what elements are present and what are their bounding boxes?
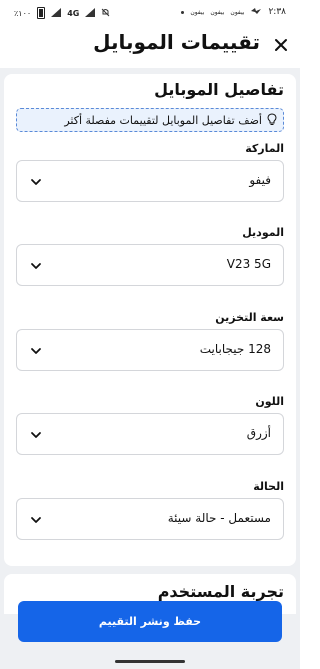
brand-value: فيفو [249,173,271,187]
mobile-details-card: تفاصيل الموبايل أضف تفاصيل الموبايل لتقي… [4,74,296,566]
section-title-details: تفاصيل الموبايل [154,80,284,99]
battery-percent: ٪١٠٠ [14,8,32,18]
condition-select[interactable]: مستعمل - حالة سيئة [16,498,284,540]
page-title: تقييمات الموبايل [93,30,260,54]
brand-select[interactable]: فيفو [16,160,284,202]
chevron-down-icon [31,179,41,185]
field-label-color: اللون [255,395,284,408]
field-label-brand: الماركة [245,142,284,155]
status-app-1: بيفون [230,8,245,16]
condition-value: مستعمل - حالة سيئة [167,511,271,525]
status-left: ٪١٠٠ 4G [14,7,110,19]
chevron-down-icon [31,348,41,354]
color-select[interactable]: أزرق [16,413,284,455]
status-dot-icon [181,10,185,14]
field-label-storage: سعة التخزين [215,311,284,324]
save-publish-button[interactable]: حفظ ونشر التقييم [18,601,282,642]
status-app-3: بيفون [190,8,205,16]
storage-value: 128 جيجابايت [199,342,271,356]
battery-icon [37,7,46,19]
chevron-down-icon [31,432,41,438]
status-bar: ٢:٣٨ بيفون بيفون بيفون ٪١٠٠ 4G [0,0,300,26]
chevron-down-icon [31,263,41,269]
status-right: ٢:٣٨ بيفون بيفون بيفون [181,7,286,17]
close-button[interactable] [268,32,294,58]
lightbulb-icon [267,111,277,130]
signal-icon-2 [85,7,96,19]
details-hint[interactable]: أضف تفاصيل الموبايل لتقييمات مفصلة أكثر [16,108,284,132]
close-icon [275,39,287,51]
home-indicator[interactable] [115,660,185,663]
status-app-2: بيفون [210,8,225,16]
model-select[interactable]: V23 5G [16,244,284,286]
chevron-down-icon [31,517,41,523]
model-value: V23 5G [226,257,271,271]
storage-select[interactable]: 128 جيجابايت [16,329,284,371]
section-title-user-experience: تجربة المستخدم [157,582,284,601]
hint-text: أضف تفاصيل الموبايل لتقييمات مفصلة أكثر [64,113,262,127]
field-label-model: الموديل [242,226,284,239]
color-value: أزرق [246,426,271,440]
app-header: تقييمات الموبايل [0,26,300,68]
field-label-condition: الحالة [253,480,284,493]
mute-icon [101,8,110,19]
notification-icon [250,7,262,17]
signal-icon [51,7,62,19]
network-type: 4G [67,8,80,18]
status-time: ٢:٣٨ [268,7,286,17]
